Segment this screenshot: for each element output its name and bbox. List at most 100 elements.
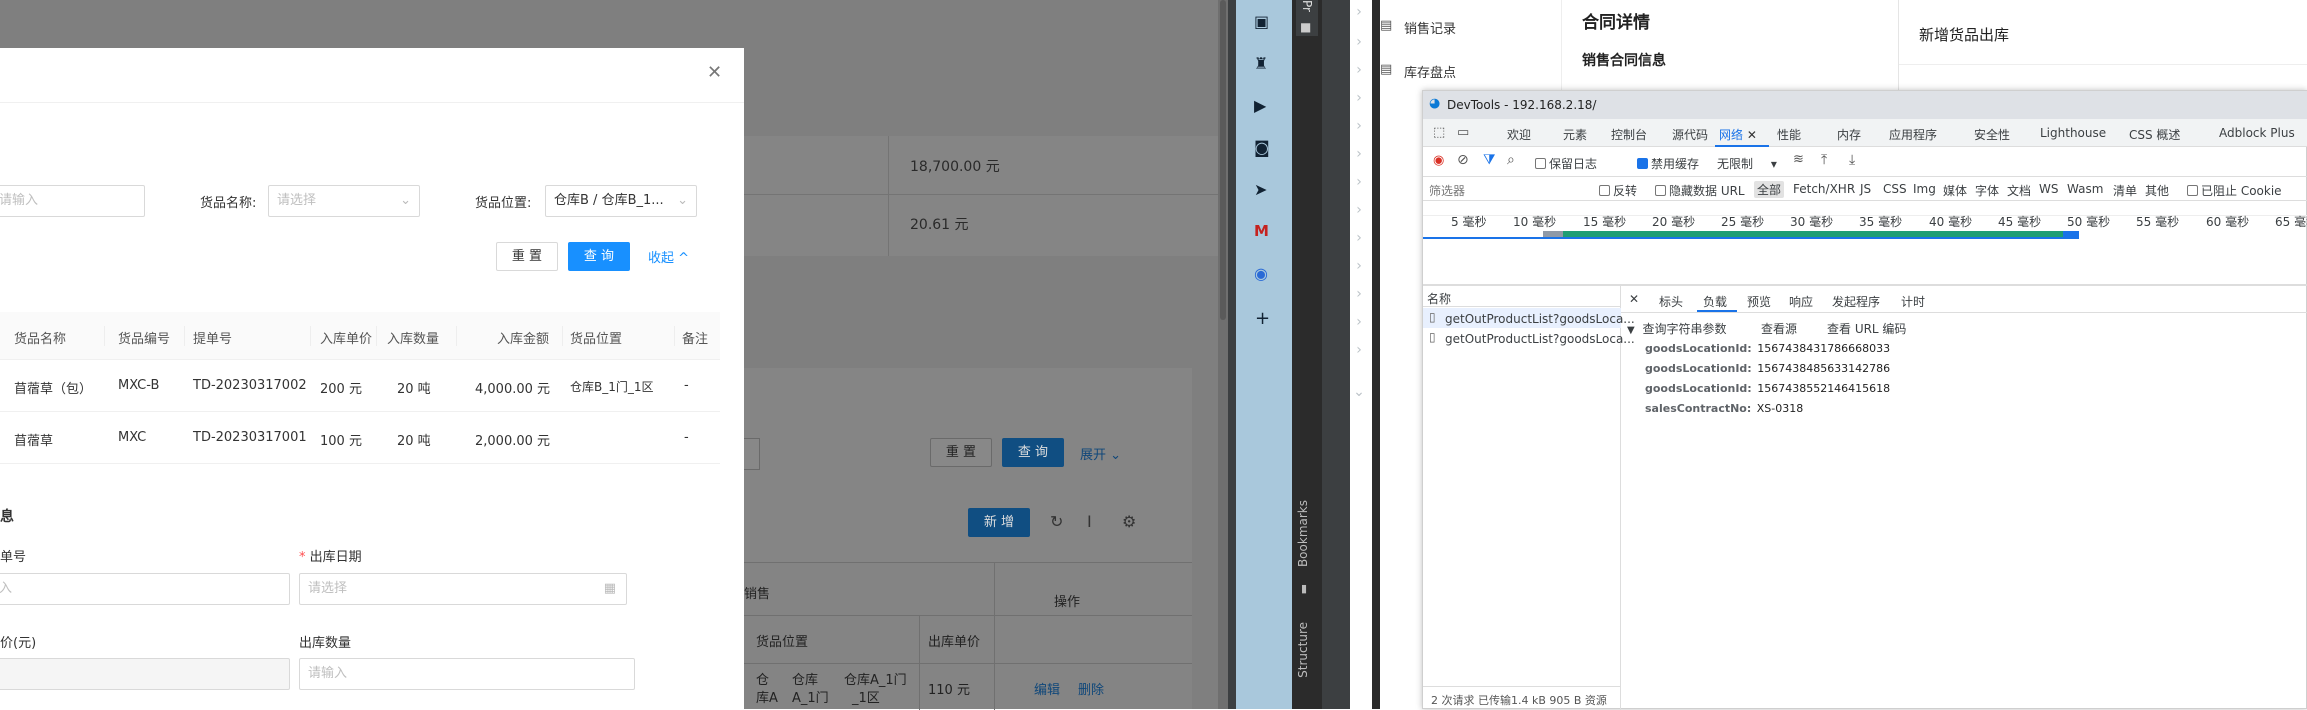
chevron-right-icon[interactable]: › [1347,58,1371,82]
type-wasm[interactable]: Wasm [2067,182,2103,196]
play-icon[interactable]: ▶ [1254,96,1266,115]
tab-elements[interactable]: 元素 [1563,126,1587,143]
out-qty-input[interactable]: 请输入 [299,658,635,690]
wifi-icon[interactable]: ≋ [1793,152,1804,167]
goods-name-select[interactable]: 请选择 ⌄ [268,185,420,217]
chevron-right-icon[interactable]: › [1347,226,1371,250]
chevron-right-icon[interactable]: › [1347,86,1371,110]
menu-inventory-check[interactable]: 库存盘点 [1404,62,1456,81]
view-source-link[interactable]: 查看源 [1761,320,1797,337]
close-icon[interactable]: ✕ [707,62,722,83]
request-item[interactable]: ▯ getOutProductList?goodsLoca... [1423,328,1635,348]
bg-delete-link[interactable]: 删除 [1078,679,1104,698]
tab-sources[interactable]: 源代码 [1672,126,1708,143]
preserve-log-checkbox[interactable]: 保留日志 [1535,155,1597,172]
device-icon[interactable]: ▭ [1457,125,1469,140]
detail-tab-timing[interactable]: 计时 [1901,293,1925,310]
disable-cache-checkbox[interactable]: 禁用缓存 [1637,155,1699,172]
hide-data-urls-checkbox[interactable]: 隐藏数据 URL [1655,182,1745,199]
tab-performance[interactable]: 性能 [1777,126,1801,143]
bg-reset-button[interactable]: 重 置 [930,438,992,467]
copilot-icon[interactable]: ◉ [1254,264,1268,283]
chevron-right-icon[interactable]: › [1347,310,1371,334]
close-detail-icon[interactable]: ✕ [1629,292,1639,306]
clear-icon[interactable]: ⊘ [1457,152,1469,168]
invert-checkbox[interactable]: 反转 [1599,182,1637,199]
tab-adblock[interactable]: Adblock Plus [2219,126,2295,140]
refresh-icon[interactable]: ↻ [1050,512,1063,531]
column-height-icon[interactable]: Ⅰ [1087,512,1092,531]
out-date-picker[interactable]: 请选择 ▦ [299,573,627,605]
briefcase-icon[interactable]: ▣ [1254,12,1269,31]
type-all[interactable]: 全部 [1754,181,1785,198]
chevron-right-icon[interactable]: › [1347,30,1371,54]
menu-sales-records[interactable]: 销售记录 [1404,18,1456,37]
gmail-icon[interactable]: M [1254,222,1269,240]
download-icon[interactable]: ⤓ [1849,152,1855,168]
inspect-icon[interactable]: ⬚ [1433,125,1445,140]
filter-input[interactable]: 筛选器 [1429,182,1465,199]
query-button[interactable]: 查 询 [568,242,630,271]
search-icon[interactable]: ⌕ [1507,152,1515,168]
throttle-select[interactable]: 无限制 ▾ [1717,155,1777,172]
chess-icon[interactable]: ♜ [1254,54,1268,73]
telegram-icon[interactable]: ➤ [1254,180,1267,199]
chevron-right-icon[interactable]: › [1347,142,1371,166]
type-js[interactable]: JS [1860,182,1871,196]
tab-console[interactable]: 控制台 [1611,126,1647,143]
type-doc[interactable]: 文档 [2007,182,2031,199]
chevron-right-icon[interactable]: › [1347,114,1371,138]
type-font[interactable]: 字体 [1975,182,1999,199]
chevron-right-icon[interactable]: › [1347,282,1371,306]
detail-tab-preview[interactable]: 预览 [1747,293,1771,310]
detail-tab-response[interactable]: 响应 [1789,293,1813,310]
query-params-section[interactable]: ▼ 查询字符串参数 [1627,320,1727,337]
type-ws[interactable]: WS [2039,182,2058,196]
bg-fragment-sale: 销售 [744,587,771,602]
bg-expand-link[interactable]: 展开 ⌄ [1080,444,1121,463]
tab-welcome[interactable]: 欢迎 [1507,126,1531,143]
reset-button[interactable]: 重 置 [496,242,558,271]
view-url-encoded-link[interactable]: 查看 URL 编码 [1827,320,1906,337]
bg-add-button[interactable]: 新 增 [968,508,1030,537]
tab-css-overview[interactable]: CSS 概述 [2129,126,2180,143]
chevron-right-icon[interactable]: › [1347,198,1371,222]
bookmarks-tab[interactable]: Bookmarks [1296,500,1318,567]
tab-security[interactable]: 安全性 [1974,126,2010,143]
add-icon[interactable]: + [1255,308,1270,329]
chevron-right-icon[interactable]: › [1347,0,1371,24]
bg-scrollbar[interactable] [1218,0,1228,709]
location-cascader[interactable]: 仓库B / 仓库B_1... ⌄ [545,185,697,217]
type-fetch-xhr[interactable]: Fetch/XHR [1793,182,1855,196]
detail-tab-initiator[interactable]: 发起程序 [1832,293,1880,310]
type-css[interactable]: CSS [1883,182,1907,196]
structure-tab[interactable]: Structure [1296,622,1318,678]
request-item[interactable]: ▯ getOutProductList?goodsLoca... [1423,308,1635,328]
record-icon[interactable]: ◉ [1433,153,1444,168]
upload-icon[interactable]: ⤒ [1821,152,1827,168]
type-media[interactable]: 媒体 [1943,182,1967,199]
settings-icon[interactable]: ⚙ [1122,512,1136,531]
search-input-partial[interactable]: 请输入 [0,185,145,217]
detail-tab-payload[interactable]: 负载 [1703,293,1727,310]
collapse-link[interactable]: 收起 ^ [648,247,689,266]
tab-memory[interactable]: 内存 [1837,126,1861,143]
detail-tab-headers[interactable]: 标头 [1659,293,1683,310]
tab-application[interactable]: 应用程序 [1889,126,1937,143]
type-manifest[interactable]: 清单 [2113,182,2137,199]
tab-network[interactable]: 网络 ✕ [1719,126,1757,143]
chevron-right-icon[interactable]: › [1347,254,1371,278]
bg-edit-link[interactable]: 编辑 [1034,679,1060,698]
chevron-right-icon[interactable]: › [1347,170,1371,194]
chevron-down-icon[interactable]: ⌄ [1347,380,1371,404]
filter-icon[interactable]: ⧩ [1483,152,1496,168]
tab-lighthouse[interactable]: Lighthouse [2040,126,2106,140]
close-tab-icon[interactable]: ✕ [1747,128,1757,142]
type-other[interactable]: 其他 [2145,182,2169,199]
type-img[interactable]: Img [1913,182,1936,196]
chevron-right-icon[interactable]: › [1347,338,1371,362]
bg-query-button[interactable]: 查 询 [1002,438,1064,467]
blocked-cookies-checkbox[interactable]: 已阻止 Cookie [2187,182,2282,199]
outlook-icon[interactable]: ◙ [1254,138,1270,157]
dan-hao-input[interactable]: 入 [0,573,290,605]
